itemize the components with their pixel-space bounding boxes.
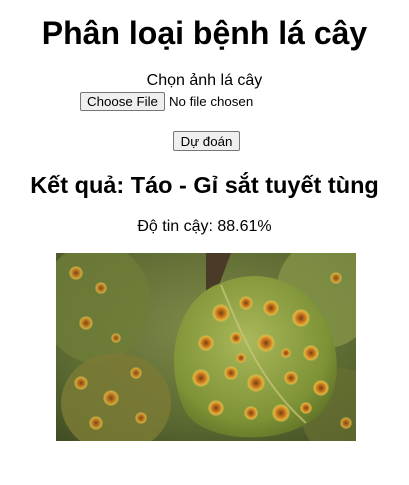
confidence-text: Độ tin cậy: 88.61% bbox=[137, 218, 272, 235]
file-input[interactable]: Choose File No file chosen bbox=[80, 92, 253, 111]
file-status-text: No file chosen bbox=[168, 94, 254, 109]
page: Phân loại bệnh lá cây Chọn ảnh lá cây Ch… bbox=[0, 0, 409, 485]
result-heading: Kết quả: Táo - Gỉ sắt tuyết tùng bbox=[30, 172, 379, 198]
choose-file-button[interactable]: Choose File bbox=[80, 92, 165, 111]
upload-label: Chọn ảnh lá cây bbox=[146, 72, 263, 89]
page-title: Phân loại bệnh lá cây bbox=[41, 15, 368, 51]
predict-button[interactable]: Dự đoán bbox=[173, 131, 240, 151]
leaf-image bbox=[56, 253, 356, 441]
